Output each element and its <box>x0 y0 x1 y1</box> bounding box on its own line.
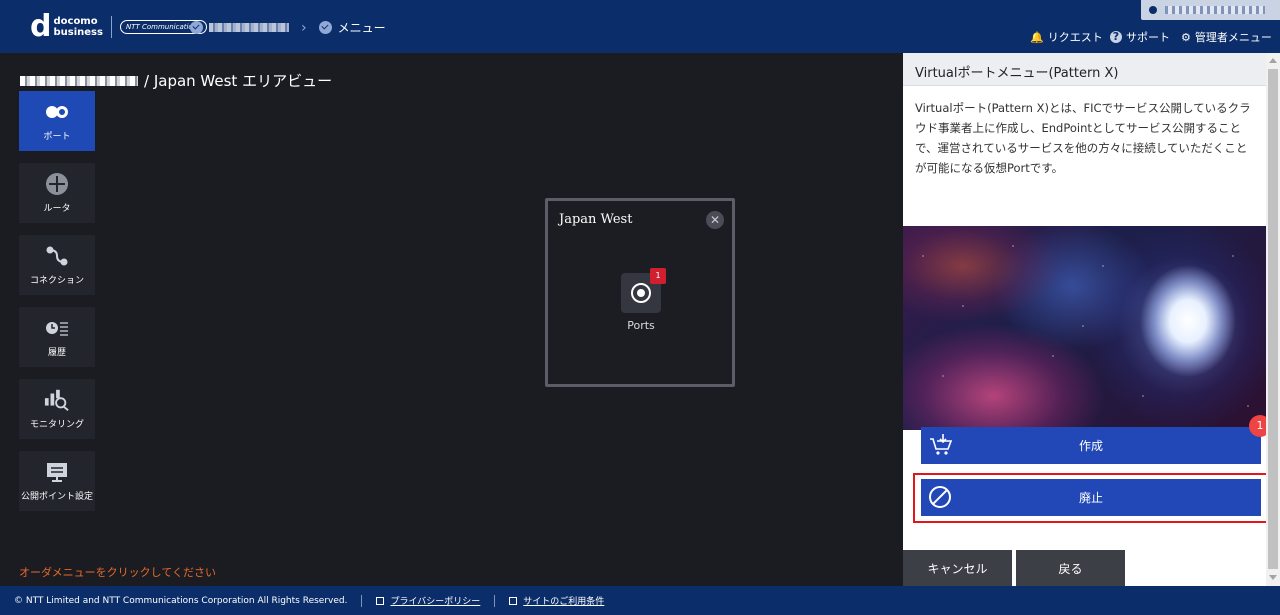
privacy-policy-label: プライバシーポリシー <box>390 597 481 607</box>
copyright-text: © NTT Limited and NTT Communications Cor… <box>14 595 348 606</box>
port-icon <box>631 283 651 303</box>
sidebar-item-history[interactable]: 履歴 <box>19 307 95 367</box>
support-label: サポート <box>1126 31 1170 44</box>
user-icon <box>1149 6 1157 14</box>
area-panel-title: Japan West <box>559 212 633 227</box>
scroll-down-arrow-icon[interactable] <box>1269 575 1277 580</box>
gear-icon: ⚙ <box>1181 30 1191 44</box>
port-icon <box>44 101 70 123</box>
request-link[interactable]: 🔔 リクエスト <box>1030 29 1103 45</box>
router-icon <box>44 172 70 195</box>
logo-line2: business <box>53 27 103 38</box>
page-title-text: / Japan West エリアビュー <box>144 72 333 90</box>
cancel-button[interactable]: キャンセル <box>903 550 1012 586</box>
support-link[interactable]: ? サポート <box>1110 29 1170 45</box>
sidebar-item-label: ルータ <box>43 203 71 214</box>
create-label: 作成 <box>1078 439 1103 453</box>
logo-mark: d <box>30 9 52 44</box>
chevron-right-icon: › <box>301 19 307 36</box>
sidebar-item-label: コネクション <box>29 275 84 286</box>
footer-divider <box>361 594 363 607</box>
breadcrumb: › メニュー <box>190 19 386 36</box>
panel-description: Virtualポート(Pattern X)とは、FICでサービス公開しているクラ… <box>915 101 1251 175</box>
sidebar-item-public-point[interactable]: 公開ポイント設定 <box>19 451 95 511</box>
sidebar: ポート ルータ コネクション 履歴 モニタリング 公開ポイント設定 <box>19 91 95 523</box>
ports-count-badge: 1 <box>650 268 666 284</box>
space-tunnel-image <box>903 226 1266 430</box>
public-point-icon <box>44 461 70 483</box>
page-title: / Japan West エリアビュー <box>20 70 332 91</box>
privacy-policy-link[interactable]: プライバシーポリシー <box>376 594 480 607</box>
check-circle-icon <box>318 21 332 34</box>
sidebar-item-connection[interactable]: コネクション <box>19 235 95 295</box>
abolish-highlight-box <box>913 473 1268 523</box>
terms-link[interactable]: サイトのご利用条件 <box>509 594 604 607</box>
help-icon: ? <box>1110 31 1122 43</box>
docomo-business-logo[interactable]: d docomo business NTT Communications <box>30 9 207 44</box>
create-button[interactable]: 作成 <box>921 427 1261 464</box>
virtual-port-menu-panel: Virtualポートメニュー(Pattern X) Virtualポート(Pat… <box>903 53 1271 586</box>
history-icon <box>44 317 70 339</box>
logo-divider <box>110 16 112 38</box>
request-label: リクエスト <box>1047 31 1103 44</box>
panel-scrollbar[interactable] <box>1266 53 1280 586</box>
admin-menu-label: 管理者メニュー <box>1194 31 1272 44</box>
footer-divider <box>494 594 496 607</box>
footer: © NTT Limited and NTT Communications Cor… <box>0 586 1280 615</box>
close-icon[interactable]: ✕ <box>706 211 724 229</box>
breadcrumb-tenant[interactable] <box>209 23 289 32</box>
scrollbar-thumb[interactable] <box>1268 69 1278 569</box>
back-button[interactable]: 戻る <box>1016 550 1125 586</box>
header-bar: d docomo business NTT Communications › メ… <box>0 0 1280 53</box>
sidebar-item-label: ポート <box>43 131 71 142</box>
user-name <box>1165 6 1265 14</box>
tenant-name <box>20 75 138 86</box>
logo-line1: docomo <box>53 16 98 27</box>
panel-title: Virtualポートメニュー(Pattern X) <box>903 53 1266 86</box>
sidebar-item-label: 公開ポイント設定 <box>20 491 93 502</box>
area-panel-japan-west: Japan West ✕ 1 Ports <box>545 198 735 387</box>
monitoring-icon <box>44 389 70 411</box>
admin-menu-link[interactable]: ⚙ 管理者メニュー <box>1181 29 1272 45</box>
breadcrumb-menu[interactable]: メニュー <box>338 19 386 36</box>
cart-download-icon <box>929 434 953 456</box>
sidebar-item-label: モニタリング <box>29 419 84 430</box>
user-account[interactable] <box>1141 0 1280 20</box>
order-menu-message: オーダメニューをクリックしてください <box>19 566 217 579</box>
sidebar-item-monitoring[interactable]: モニタリング <box>19 379 95 439</box>
sidebar-item-label: 履歴 <box>47 347 66 358</box>
scroll-up-arrow-icon[interactable] <box>1269 58 1277 63</box>
logo-text: docomo business <box>53 16 102 38</box>
ports-label: Ports <box>627 319 655 332</box>
sidebar-item-port[interactable]: ポート <box>19 91 95 151</box>
bell-icon: 🔔 <box>1030 30 1044 44</box>
terms-label: サイトのご利用条件 <box>523 597 605 607</box>
sidebar-item-router[interactable]: ルータ <box>19 163 95 223</box>
external-link-icon <box>509 596 518 605</box>
check-circle-icon <box>190 21 203 34</box>
connection-icon <box>44 245 70 267</box>
external-link-icon <box>376 596 385 605</box>
